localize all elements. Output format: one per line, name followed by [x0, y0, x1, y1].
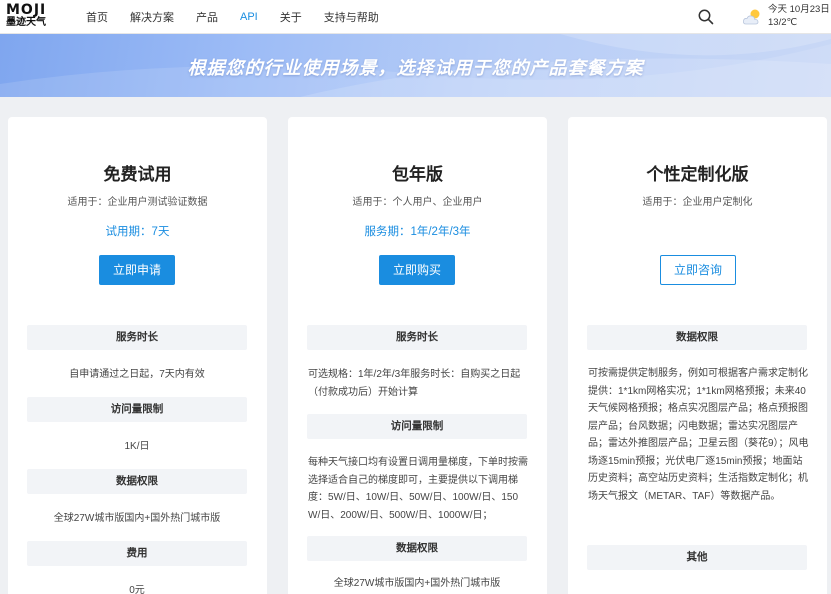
nav-item-support[interactable]: 支持与帮助	[324, 9, 379, 25]
plan-applies: 适用于：个人用户、企业用户	[352, 197, 483, 208]
logo-mark: MOJI	[6, 2, 47, 18]
section-head: 数据权限	[587, 325, 807, 350]
nav-item-api[interactable]: API	[240, 11, 258, 23]
main-nav: 首页 解决方案 产品 API 关于 支持与帮助	[86, 0, 401, 34]
plan-applies: 适用于：企业用户测试验证数据	[67, 197, 208, 208]
nav-item-solutions[interactable]: 解决方案	[130, 9, 174, 25]
plan-card-annual: 包年版 适用于：个人用户、企业用户 服务期：1年/2年/3年 立即购买 服务时长…	[288, 117, 547, 594]
plan-period: 服务期：1年/2年/3年	[364, 226, 471, 238]
section-text: 自申请通过之日起，7天内有效	[69, 369, 205, 380]
plan-title: 包年版	[392, 165, 443, 184]
search-icon[interactable]	[697, 8, 715, 26]
logo-subtitle: 墨迹天气	[6, 17, 46, 28]
top-navbar: MOJI 墨迹天气 首页 解决方案 产品 API 关于 支持与帮助 今天 10月…	[0, 0, 831, 34]
nav-item-home[interactable]: 首页	[86, 9, 108, 25]
section-text: 全球27W城市版国内+国外热门城市版	[53, 513, 221, 524]
nav-item-products[interactable]: 产品	[196, 9, 218, 25]
section-head: 访问量限制	[27, 397, 247, 422]
section-head: 服务时长	[307, 325, 527, 350]
section-text: 0元	[129, 585, 145, 594]
plan-applies: 适用于：企业用户定制化	[642, 197, 753, 208]
section-head: 其他	[587, 545, 807, 570]
weather-date: 今天 10月23日	[768, 4, 830, 15]
partly-cloudy-icon	[743, 9, 760, 25]
section-text: 全球27W城市版国内+国外热门城市版	[333, 578, 501, 589]
plan-card-free-trial: 免费试用 适用于：企业用户测试验证数据 试用期：7天 立即申请 服务时长 自申请…	[8, 117, 267, 594]
plan-title: 免费试用	[103, 165, 172, 184]
banner-title: 根据您的行业使用场景，选择试用于您的产品套餐方案	[187, 58, 644, 78]
section-text: 可按需提供定制服务，例如可根据客户需求定制化提供：1*1km网格实况；1*1km…	[588, 368, 809, 502]
consult-now-button[interactable]: 立即咨询	[660, 255, 736, 285]
plan-title: 个性定制化版	[646, 165, 749, 184]
section-head: 访问量限制	[307, 414, 527, 439]
section-text: 1K/日	[124, 441, 150, 452]
hero-banner: 根据您的行业使用场景，选择试用于您的产品套餐方案	[0, 34, 831, 97]
plan-period: 试用期：7天	[105, 226, 170, 238]
weather-temperature: 13/2℃	[768, 17, 798, 28]
plan-card-custom: 个性定制化版 适用于：企业用户定制化 立即咨询 数据权限 可按需提供定制服务，例…	[568, 117, 827, 594]
section-head: 数据权限	[27, 469, 247, 494]
moji-logo[interactable]: MOJI 墨迹天气	[6, 3, 50, 31]
section-text: 每种天气接口均有设置日调用量梯度，下单时按需选择适合自己的梯度即可，主要提供以下…	[308, 457, 528, 521]
section-head: 数据权限	[307, 536, 527, 561]
apply-now-button[interactable]: 立即申请	[99, 255, 175, 285]
buy-now-button[interactable]: 立即购买	[379, 255, 455, 285]
section-head: 费用	[27, 541, 247, 566]
section-head: 服务时长	[27, 325, 247, 350]
section-text: 可选规格：1年/2年/3年服务时长：自购买之日起（付款成功后）开始计算	[308, 369, 521, 398]
nav-item-about[interactable]: 关于	[280, 9, 302, 25]
